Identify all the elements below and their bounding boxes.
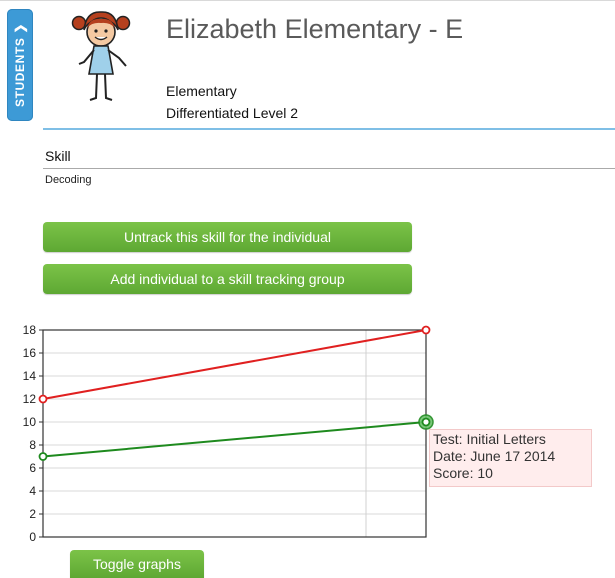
students-tab-label: STUDENTS ❯	[13, 22, 27, 108]
tooltip-score: Score: 10	[433, 465, 493, 481]
toggle-graphs-button[interactable]: Toggle graphs	[70, 550, 204, 578]
y-tick-label: 18	[23, 323, 37, 337]
y-tick-label: 14	[23, 369, 37, 383]
plot-frame	[42, 329, 427, 538]
data-point	[421, 417, 431, 427]
y-tick-label: 8	[29, 438, 36, 452]
untrack-skill-button[interactable]: Untrack this skill for the individual	[43, 222, 412, 252]
y-tick-label: 2	[29, 507, 36, 521]
y-tick-label: 0	[29, 530, 36, 544]
data-point	[38, 394, 48, 404]
y-tick-label: 4	[29, 484, 36, 498]
school-type: Elementary	[166, 83, 237, 99]
add-to-group-button[interactable]: Add individual to a skill tracking group	[43, 264, 412, 294]
series-line	[42, 421, 427, 458]
header-divider	[43, 128, 615, 130]
tooltip-test: Test: Initial Letters	[433, 431, 546, 447]
top-divider	[0, 0, 615, 1]
girl-avatar-icon	[71, 11, 131, 101]
y-tick-label: 6	[29, 461, 36, 475]
skill-heading: Skill	[45, 148, 71, 164]
students-tab[interactable]: STUDENTS ❯	[7, 9, 33, 121]
tooltip-date: Date: June 17 2014	[433, 448, 556, 464]
student-name: Elizabeth Elementary - E	[166, 14, 464, 44]
y-tick-label: 16	[23, 346, 37, 360]
skill-divider	[43, 168, 615, 169]
y-tick-label: 12	[23, 392, 37, 406]
data-point	[421, 325, 431, 335]
data-point-tooltip: Test: Initial Letters Date: June 17 2014…	[429, 429, 592, 487]
skill-value: Decoding	[45, 174, 92, 186]
y-tick-label: 10	[23, 415, 37, 429]
series-line	[42, 329, 427, 400]
data-point	[38, 452, 48, 461]
student-level: Differentiated Level 2	[166, 105, 299, 121]
